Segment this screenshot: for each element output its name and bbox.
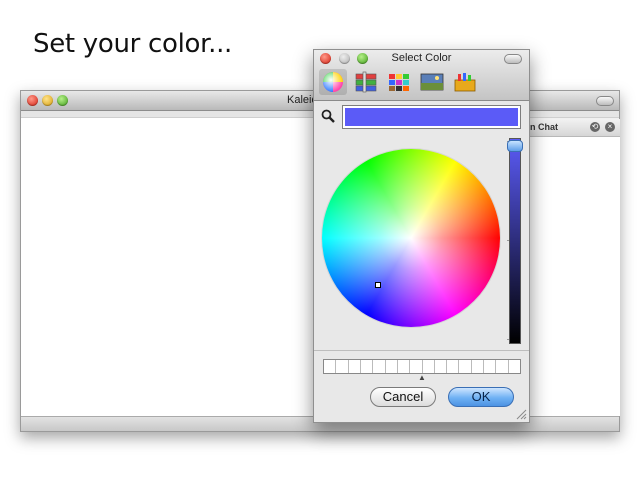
magnifier-icon[interactable] [321,109,335,123]
color-palettes-icon [389,74,409,91]
color-panel-title: Select Color [391,52,452,64]
swatch-cell[interactable] [410,360,423,373]
brightness-slider[interactable] [507,138,523,344]
swatch-grip-icon[interactable]: ▲ [418,373,426,382]
color-wheel-saturation [322,149,500,327]
swatch-cell[interactable] [496,360,509,373]
cancel-button[interactable]: Cancel [370,387,436,407]
color-wheel[interactable] [322,149,500,327]
slider-tick [507,240,509,241]
close-icon[interactable]: × [605,122,615,132]
restore-icon[interactable]: ⟲ [590,122,600,132]
swatch-cell[interactable] [459,360,472,373]
swatch-cell[interactable] [398,360,411,373]
brightness-gradient [510,139,520,343]
zoom-window-button[interactable] [57,95,68,106]
swatch-cell[interactable] [336,360,349,373]
swatch-cell[interactable] [509,360,520,373]
swatch-cell[interactable] [484,360,497,373]
panel-toolbar-toggle[interactable] [504,54,522,64]
swatch-cell[interactable] [435,360,448,373]
minimize-window-button[interactable] [42,95,53,106]
swatch-cell[interactable] [349,360,361,373]
color-picker-panel: Select Color ▲ Cancel OK [313,49,530,423]
close-window-button[interactable] [27,95,38,106]
app-content-area[interactable] [21,118,316,416]
swatch-cell[interactable] [361,360,374,373]
color-wheel-mode-button[interactable] [319,69,347,95]
swatch-cell[interactable] [423,360,435,373]
slider-tick [507,339,509,340]
color-sliders-mode-button[interactable] [351,69,379,95]
swatch-cell[interactable] [447,360,460,373]
chat-side-panel: n Chat ⟲ × [529,119,620,416]
swatch-cell[interactable] [472,360,485,373]
color-panel-titlebar[interactable]: Select Color [314,50,529,101]
color-sliders-icon [355,71,377,93]
instruction-heading: Set your color... [33,29,233,59]
swatch-cell[interactable] [373,360,386,373]
image-palettes-mode-button[interactable] [417,69,445,95]
crayons-icon [454,73,476,92]
current-color-well[interactable] [342,105,521,129]
current-color-swatch [345,108,518,126]
swatch-cell[interactable] [324,360,337,373]
chat-panel-title: n Chat [530,122,558,132]
image-palettes-icon [420,73,444,91]
resize-grip-icon[interactable] [516,409,527,420]
color-palettes-mode-button[interactable] [384,69,412,95]
color-wheel-icon [323,72,343,92]
chat-panel-header: n Chat ⟲ × [530,119,620,137]
toolbar-toggle-button[interactable] [596,96,614,106]
ok-button[interactable]: OK [448,387,514,407]
color-wheel-cursor[interactable] [375,281,382,288]
panel-divider [314,350,529,351]
swatch-cell[interactable] [386,360,398,373]
brightness-slider-knob[interactable] [507,140,523,153]
crayons-mode-button[interactable] [450,69,478,95]
saved-swatches-row[interactable] [323,359,521,374]
